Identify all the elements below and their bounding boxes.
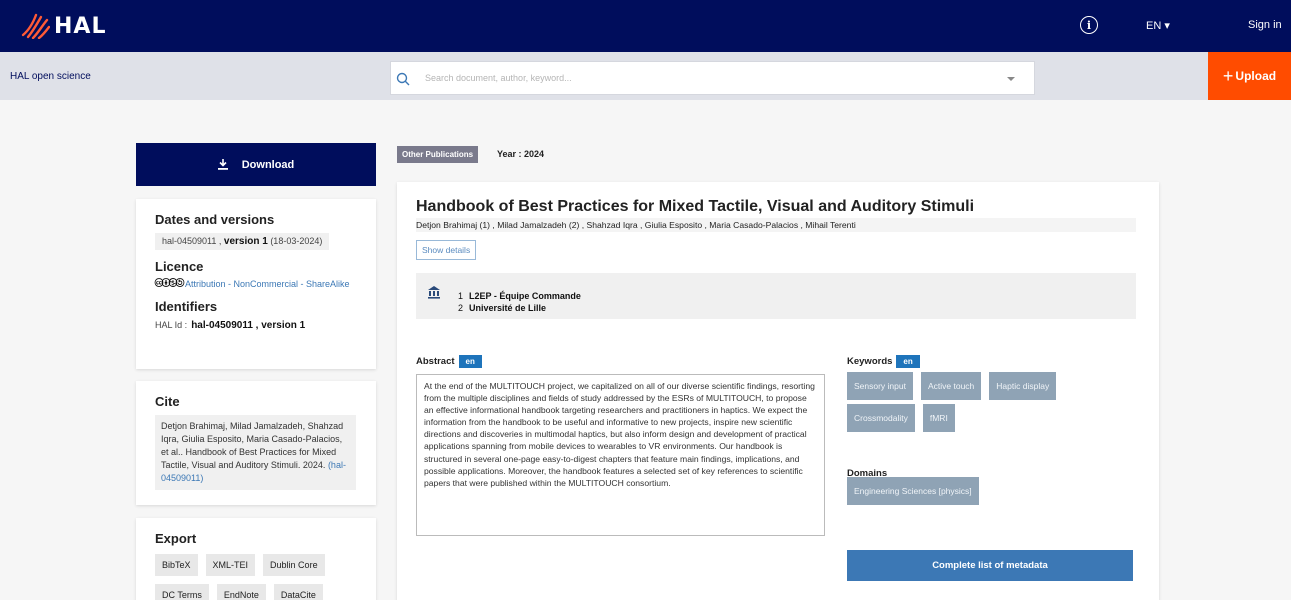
affiliation-item[interactable]: 2 Université de Lille xyxy=(458,302,581,314)
hal-id-value: hal-04509011 , version 1 xyxy=(191,320,306,331)
export-datacite-button[interactable]: DataCite xyxy=(273,584,323,600)
info-icon[interactable]: i xyxy=(1080,16,1098,34)
upload-label: Upload xyxy=(1235,69,1277,83)
export-xmltei-button[interactable]: XML-TEI xyxy=(205,554,256,576)
affiliation-item[interactable]: 1 L2EP - Équipe Commande xyxy=(458,290,581,302)
sub-navbar: HAL open science xyxy=(0,52,1291,100)
export-title: Export xyxy=(155,531,197,546)
keyword-chip[interactable]: Sensory input xyxy=(847,372,913,400)
affiliation-list: 1 L2EP - Équipe Commande 2 Université de L… xyxy=(458,290,581,314)
affiliation-name: Université de Lille xyxy=(469,303,547,313)
citation-text: Detjon Brahimaj, Milad Jamalzadeh, Shahz… xyxy=(155,415,356,490)
keyword-chip[interactable]: Crossmodality xyxy=(847,404,915,432)
cite-title: Cite xyxy=(155,394,180,409)
affiliation-number: 2 xyxy=(458,303,464,313)
search-icon[interactable] xyxy=(395,71,411,87)
version-pill[interactable]: hal-04509011 , version 1 (18-03-2024) xyxy=(155,233,330,250)
dates-title: Dates and versions xyxy=(155,212,275,227)
hal-id-label: HAL Id : xyxy=(155,320,188,330)
plus-icon: + xyxy=(1222,66,1234,86)
affiliations-panel: 1 L2EP - Équipe Commande 2 Université de L… xyxy=(416,273,1136,319)
keyword-chip[interactable]: Active touch xyxy=(920,372,982,400)
version-label: version 1 xyxy=(223,236,268,247)
institution-icon xyxy=(428,286,440,299)
keywords-label: Keywords xyxy=(847,356,893,367)
document-card: Handbook of Best Practices for Mixed Tac… xyxy=(397,182,1159,600)
chevron-down-icon[interactable] xyxy=(1007,77,1015,81)
abstract-language-badge[interactable]: en xyxy=(458,355,482,368)
version-id: hal-04509011 , xyxy=(162,236,224,246)
export-dublincore-button[interactable]: Dublin Core xyxy=(263,554,325,576)
dates-versions-card: Dates and versions hal-04509011 , versio… xyxy=(136,199,376,369)
export-buttons: BibTeX XML-TEI Dublin Core DC Terms EndN… xyxy=(155,554,357,600)
show-details-button[interactable]: Show details xyxy=(416,240,477,260)
domain-chip[interactable]: Engineering Sciences [physics] xyxy=(847,477,979,505)
cite-card: Cite Detjon Brahimaj, Milad Jamalzadeh, … xyxy=(136,381,376,505)
download-icon xyxy=(217,159,228,170)
identifiers-title: Identifiers xyxy=(155,299,218,314)
sign-in-link[interactable]: Sign in xyxy=(1248,19,1282,31)
abstract-text: At the end of the MULTITOUCH project, we… xyxy=(416,374,825,536)
document-title: Handbook of Best Practices for Mixed Tac… xyxy=(416,198,975,215)
search-box[interactable] xyxy=(390,61,1035,95)
creative-commons-icon: 🅭🅯🄏🄎 xyxy=(155,276,184,291)
keywords-heading: Keywords en xyxy=(847,355,920,368)
licence-row: 🅭🅯🄏🄎 Attribution - NonCommercial - ShareA… xyxy=(155,276,357,291)
export-dcterms-button[interactable]: DC Terms xyxy=(155,584,209,600)
logo-text: HAL xyxy=(54,13,107,39)
affiliation-number: 1 xyxy=(458,291,464,301)
search-input[interactable] xyxy=(425,68,985,88)
keyword-chip[interactable]: fMRI xyxy=(922,404,955,432)
complete-metadata-button[interactable]: Complete list of metadata xyxy=(847,550,1133,581)
keywords-language-badge[interactable]: en xyxy=(896,355,920,368)
document-type-badge: Other Publications xyxy=(397,146,479,163)
hal-logo-icon xyxy=(21,13,50,39)
publication-year: Year : 2024 xyxy=(497,149,545,159)
keyword-list: Sensory input Active touch Haptic displa… xyxy=(847,372,1117,432)
language-selector[interactable]: EN ▾ xyxy=(1146,19,1170,32)
export-endnote-button[interactable]: EndNote xyxy=(216,584,266,600)
abstract-heading: Abstract en xyxy=(416,355,482,368)
version-date: (18-03-2024) xyxy=(267,236,323,246)
keyword-chip[interactable]: Haptic display xyxy=(989,372,1057,400)
hal-logo[interactable]: HAL xyxy=(20,12,106,40)
download-label: Download xyxy=(241,158,295,171)
citation-body: Detjon Brahimaj, Milad Jamalzadeh, Shahz… xyxy=(161,421,344,470)
export-bibtex-button[interactable]: BibTeX xyxy=(155,554,198,576)
export-card: Export BibTeX XML-TEI Dublin Core DC Ter… xyxy=(136,518,376,600)
portal-brand-link[interactable]: HAL open science xyxy=(10,71,91,82)
upload-button[interactable]: + Upload xyxy=(1208,52,1291,100)
author-list[interactable]: Detjon Brahimaj (1) , Milad Jamalzadeh (… xyxy=(416,218,1136,232)
download-button[interactable]: Download xyxy=(136,143,376,186)
licence-title: Licence xyxy=(155,259,204,274)
hal-id-row: HAL Id : hal-04509011 , version 1 xyxy=(155,320,357,331)
domain-list: Engineering Sciences [physics] xyxy=(847,477,979,505)
affiliation-name: L2EP - Équipe Commande xyxy=(469,291,581,301)
abstract-label: Abstract xyxy=(416,356,455,367)
top-navbar: HAL i EN ▾ Sign in xyxy=(0,0,1291,52)
licence-link[interactable]: Attribution - NonCommercial - ShareAlike xyxy=(185,279,350,289)
